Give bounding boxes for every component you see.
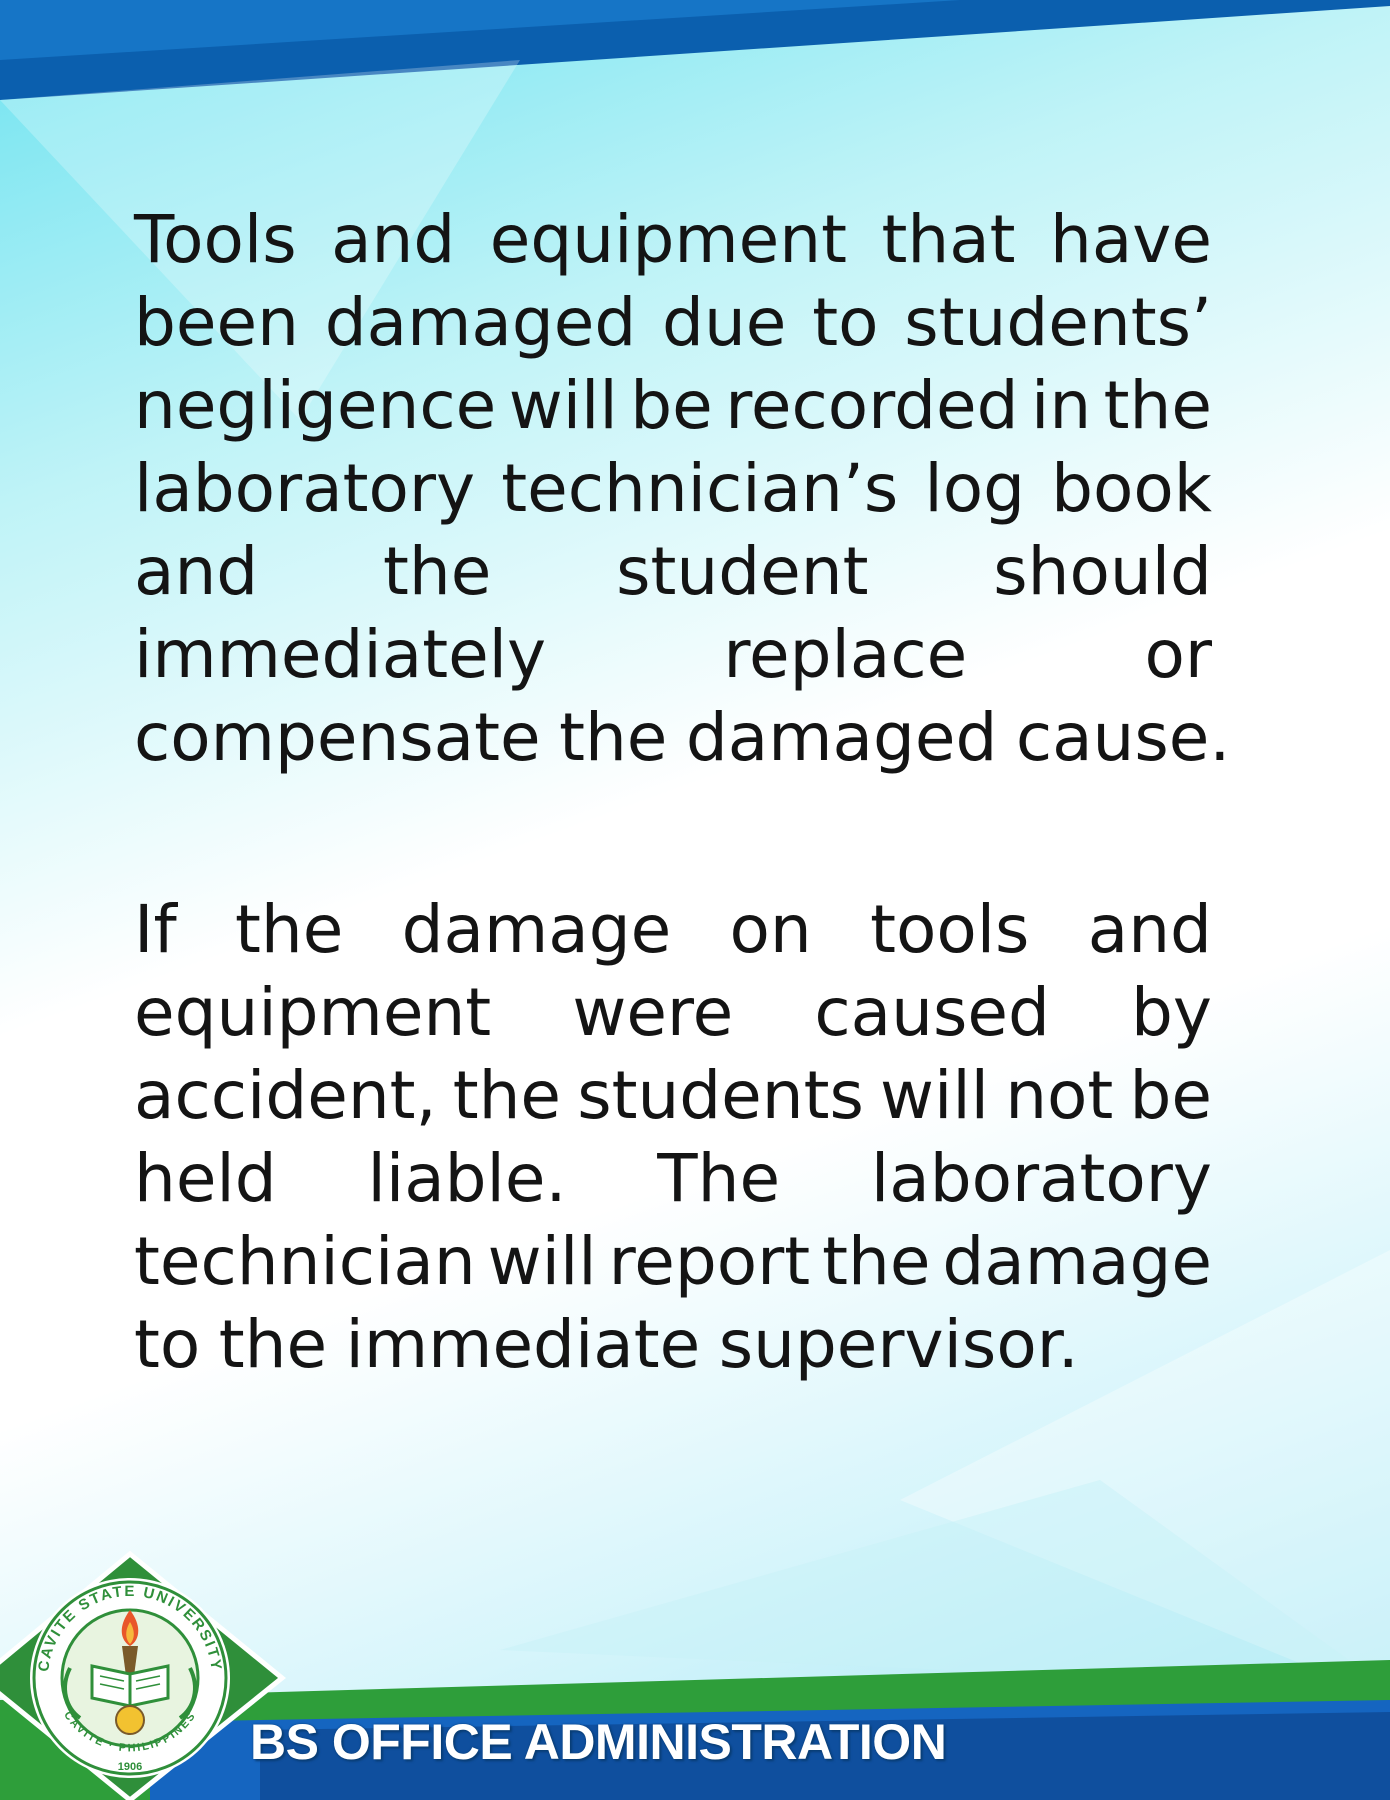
word: equipment [489,201,847,278]
word: negligence [134,367,497,444]
word: log [924,450,1025,527]
word: laboratory [870,1140,1212,1217]
text-line: immediately replace or [134,613,1212,696]
word: and [1087,891,1212,968]
word: cause. [1015,699,1231,776]
university-seal-logo: CAVITE STATE UNIVERSITY CAVITE · PHILIPP… [0,1550,286,1800]
word: report [608,1223,811,1300]
word: equipment [134,974,492,1051]
word: recorded [725,367,1019,444]
word: students’ [904,284,1212,361]
word: due [662,284,787,361]
word: damaged [685,699,998,776]
word: compensate [134,699,541,776]
text-line: If the damage on tools and [134,888,1212,971]
text-line: to the immediate supervisor. [134,1303,1212,1386]
word: caused [814,974,1050,1051]
text-line: held liable. The laboratory [134,1137,1212,1220]
word: accident, [134,1057,437,1134]
word: the [235,891,344,968]
word: supervisor. [718,1306,1079,1383]
text-line: compensate the damaged cause. [134,696,1230,779]
word: the [383,533,492,610]
word: immediate [345,1306,701,1383]
word: should [993,533,1212,610]
paragraph-2: If the damage on tools and equipment were cause… [134,888,1212,1386]
word: immediately [134,616,547,693]
word: be [630,367,713,444]
word: the [218,1306,328,1383]
word: technician’s [501,450,899,527]
word: the [1103,367,1212,444]
word: that [881,201,1016,278]
word: to [134,1306,201,1383]
svg-text:1906: 1906 [118,1761,142,1773]
text-line: technician will report the damage [134,1220,1212,1303]
text-line: and the student should [134,530,1212,613]
word: to [812,284,879,361]
word: book [1051,450,1212,527]
word: were [572,974,734,1051]
word: laboratory [134,450,476,527]
word: have [1050,201,1212,278]
word: damaged [324,284,637,361]
word: in [1031,367,1092,444]
word: student [616,533,869,610]
word: will [508,367,618,444]
word: the [559,699,668,776]
text-line: negligence will be recorded in the [134,364,1212,447]
word: been [134,284,299,361]
paragraph-1: Tools and equipment that have been damaged due… [134,198,1230,779]
word: liable. [367,1140,567,1217]
word: the [452,1057,562,1134]
word: will [487,1223,597,1300]
word: will [880,1057,990,1134]
program-title: BS OFFICE ADMINISTRATION [250,1714,947,1770]
text-line: laboratory technician’s log book [134,447,1212,530]
word: tools [870,891,1030,968]
word: be [1129,1057,1212,1134]
text-line: accident, the students will not be [134,1054,1212,1137]
word: damage [401,891,672,968]
word: technician [134,1223,476,1300]
word: not [1005,1057,1114,1134]
text-line: been damaged due to students’ [134,281,1212,364]
word: If [134,891,177,968]
word: damage [942,1223,1212,1300]
word: by [1131,974,1212,1051]
word: on [729,891,812,968]
text-line: equipment were caused by [134,971,1212,1054]
text-line: Tools and equipment that have [134,198,1212,281]
word: students [577,1057,864,1134]
word: the [822,1223,931,1300]
word: held [134,1140,277,1217]
word: and [331,201,456,278]
document-body: Tools and equipment that have been damaged due… [134,198,1230,1386]
word: replace [723,616,968,693]
word: and [134,533,259,610]
word: or [1144,616,1212,693]
word: The [657,1140,781,1217]
word: Tools [134,201,297,278]
